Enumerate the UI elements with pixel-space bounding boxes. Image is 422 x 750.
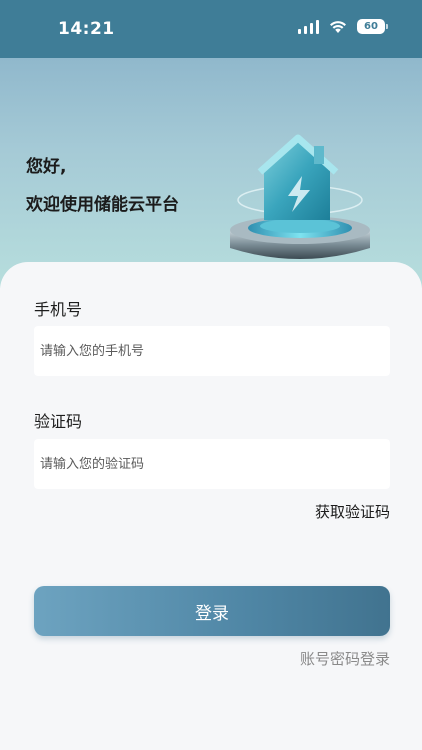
code-label: 验证码 (34, 412, 83, 431)
cellular-signal-icon (298, 19, 319, 34)
energy-storage-house-icon (222, 120, 372, 270)
password-login-link[interactable]: 账号密码登录 (300, 648, 390, 669)
phone-input[interactable] (34, 326, 390, 376)
battery-level: 60 (357, 19, 385, 34)
verification-code-input[interactable] (34, 439, 390, 489)
greeting-text: 您好, (26, 157, 67, 177)
wifi-icon (329, 20, 347, 34)
phone-label: 手机号 (34, 300, 83, 319)
status-bar: 14:21 60 (0, 0, 422, 58)
status-time: 14:21 (58, 19, 115, 39)
welcome-text: 欢迎使用储能云平台 (26, 195, 179, 215)
status-icons: 60 (298, 19, 388, 34)
get-code-button[interactable]: 获取验证码 (315, 501, 390, 522)
login-button[interactable]: 登录 (34, 586, 390, 636)
battery-icon: 60 (357, 19, 388, 34)
